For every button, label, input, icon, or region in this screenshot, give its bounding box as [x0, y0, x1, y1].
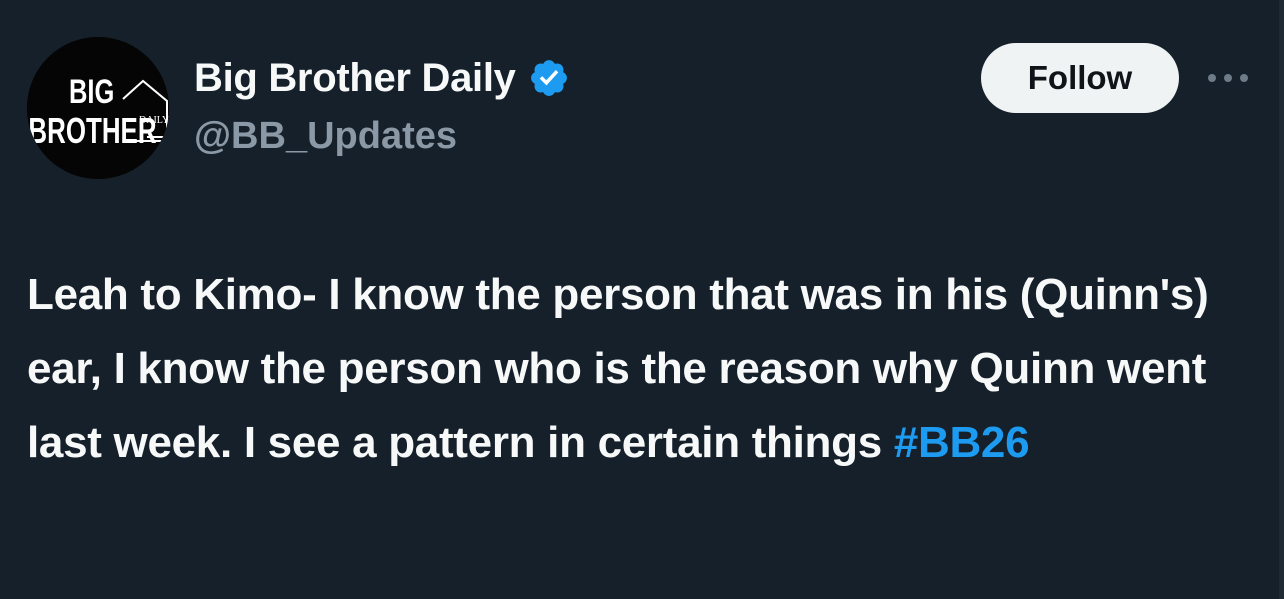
author-name-row: Big Brother Daily — [194, 52, 570, 104]
avatar-text-bottom: BROTHER — [28, 111, 156, 151]
tweet-text: Leah to Kimo- I know the person that was… — [27, 258, 1262, 480]
verified-badge-icon[interactable] — [528, 57, 570, 99]
avatar-text-top: BIG — [69, 74, 114, 111]
follow-button[interactable]: Follow — [981, 43, 1179, 113]
tweet-body: Leah to Kimo- I know the person that was… — [27, 270, 1209, 467]
hashtag-link[interactable]: #BB26 — [894, 418, 1030, 467]
avatar[interactable]: BIG BROTHER DAILY — [27, 37, 169, 179]
author-handle[interactable]: @BB_Updates — [194, 115, 457, 158]
more-horizontal-icon — [1208, 74, 1248, 82]
avatar-logo: BIG BROTHER DAILY — [27, 37, 169, 179]
author-display-name[interactable]: Big Brother Daily — [194, 56, 516, 101]
more-options-button[interactable] — [1203, 58, 1253, 98]
avatar-text-small: DAILY — [139, 115, 169, 126]
tweet-card: BIG BROTHER DAILY Big Brother Daily @BB_… — [0, 0, 1284, 599]
scrollbar-track[interactable] — [1279, 0, 1284, 599]
